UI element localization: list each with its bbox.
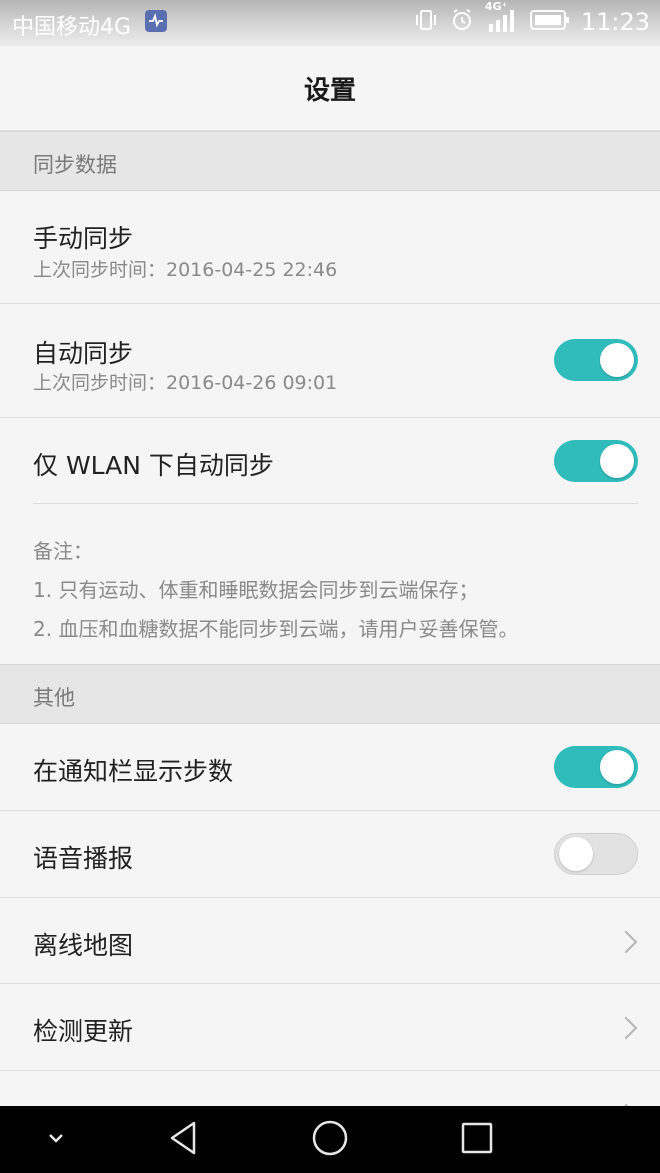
note-title: 备注： [33, 539, 93, 563]
wlan-only-toggle[interactable] [554, 440, 638, 482]
sync-note: 备注： 1. 只有运动、体重和睡眠数据会同步到云端保存； 2. 血压和血糖数据不… [0, 504, 660, 664]
note-line-1: 1. 只有运动、体重和睡眠数据会同步到云端保存； [33, 578, 479, 602]
alarm-icon [449, 7, 475, 37]
battery-icon [529, 8, 571, 36]
note-line-2: 2. 血压和血糖数据不能同步到云端，请用户妥善保管。 [33, 617, 519, 641]
about-row[interactable]: 关于 [0, 1071, 660, 1106]
chevron-down-icon [46, 1130, 66, 1149]
section-header-other: 其他 [0, 664, 660, 724]
notify-steps-toggle[interactable] [554, 746, 638, 788]
vibrate-icon [413, 7, 439, 37]
toggle-knob [600, 750, 634, 784]
section-header-label: 其他 [33, 686, 75, 710]
clock: 11:23 [580, 8, 650, 36]
auto-sync-time: 上次同步时间：2016-04-26 09:01 [33, 372, 338, 394]
auto-sync-row[interactable]: 自动同步 上次同步时间：2016-04-26 09:01 [0, 304, 660, 418]
notify-steps-row[interactable]: 在通知栏显示步数 [0, 724, 660, 811]
manual-sync-row[interactable]: 手动同步 上次同步时间：2016-04-25 22:46 [0, 191, 660, 304]
navigation-bar [0, 1106, 660, 1173]
app-bar: 设置 [0, 46, 660, 131]
offline-map-row[interactable]: 离线地图 [0, 898, 660, 984]
status-icons: 4G⁺ 11:23 [413, 0, 650, 38]
chevron-right-icon [614, 930, 638, 954]
toggle-knob [559, 837, 593, 871]
voice-broadcast-label: 语音播报 [33, 844, 134, 873]
chevron-right-icon [614, 1016, 638, 1040]
offline-map-label: 离线地图 [33, 931, 134, 960]
back-button[interactable] [155, 1106, 211, 1173]
recents-button[interactable] [449, 1106, 505, 1173]
collapse-button[interactable] [28, 1106, 84, 1173]
home-button[interactable] [302, 1106, 358, 1173]
voice-broadcast-row[interactable]: 语音播报 [0, 811, 660, 898]
network-type-badge: 4G⁺ [484, 0, 508, 13]
auto-sync-toggle[interactable] [554, 339, 638, 381]
carrier-label: 中国移动4G [12, 15, 132, 40]
voice-broadcast-toggle[interactable] [554, 833, 638, 875]
check-update-label: 检测更新 [33, 1017, 134, 1046]
signal-icon: 4G⁺ [485, 0, 519, 38]
check-update-row[interactable]: 检测更新 [0, 984, 660, 1071]
page-title: 设置 [303, 76, 356, 106]
section-header-label: 同步数据 [33, 153, 117, 177]
wlan-only-label: 仅 WLAN 下自动同步 [33, 451, 274, 480]
wlan-only-row[interactable]: 仅 WLAN 下自动同步 [0, 418, 660, 504]
back-icon [166, 1119, 200, 1161]
home-icon [311, 1119, 349, 1161]
section-header-sync: 同步数据 [0, 131, 660, 191]
toggle-knob [600, 343, 634, 377]
notify-steps-label: 在通知栏显示步数 [33, 757, 234, 786]
status-bar: 中国移动4G 4G⁺ 11:23 [0, 0, 660, 46]
about-label: 关于 [33, 1099, 83, 1106]
manual-sync-time: 上次同步时间：2016-04-25 22:46 [33, 259, 338, 281]
recents-icon [460, 1121, 494, 1159]
auto-sync-label: 自动同步 [33, 339, 134, 368]
manual-sync-label: 手动同步 [33, 224, 134, 253]
toggle-knob [600, 444, 634, 478]
health-app-icon [145, 10, 167, 32]
